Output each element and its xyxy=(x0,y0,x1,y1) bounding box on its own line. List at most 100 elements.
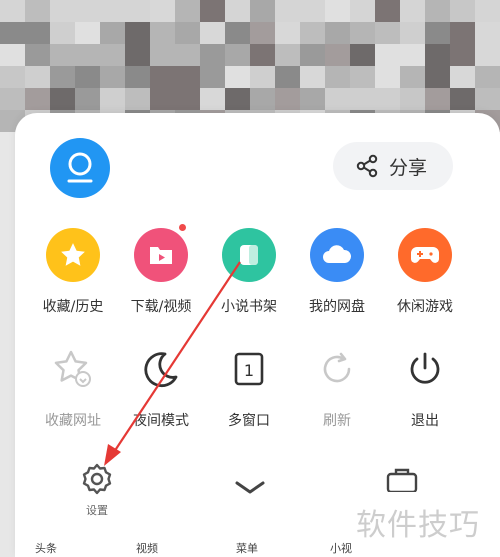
mosaic-block xyxy=(150,66,175,88)
mosaic-block xyxy=(225,0,250,22)
mosaic-block xyxy=(25,66,50,88)
mosaic-block xyxy=(75,66,100,88)
mosaic-block xyxy=(200,0,225,22)
toolbox-button[interactable] xyxy=(382,462,422,494)
favorites-history-circle xyxy=(46,228,100,282)
multi-window-label: 多窗口 xyxy=(228,413,270,429)
gamepad-icon xyxy=(411,247,439,263)
mosaic-block xyxy=(225,88,250,110)
mosaic-block xyxy=(0,66,25,88)
mosaic-block xyxy=(175,66,200,88)
menu-item-multi-window[interactable]: 1 多窗口 xyxy=(204,342,294,430)
menu-item-novel-bookshelf[interactable]: 小说书架 xyxy=(204,228,294,316)
mosaic-block xyxy=(75,88,100,110)
mosaic-block xyxy=(125,66,150,88)
mosaic-block xyxy=(225,44,250,66)
mosaic-block xyxy=(175,0,200,22)
mosaic-block xyxy=(300,44,325,66)
menu-item-night-mode[interactable]: 夜间模式 xyxy=(116,342,206,430)
night-mode-icon-wrap xyxy=(134,342,188,396)
menu-item-favorites-history[interactable]: 收藏/历史 xyxy=(28,228,118,316)
cloud-drive-circle xyxy=(310,228,364,282)
exit-icon-wrap xyxy=(398,342,452,396)
mosaic-block xyxy=(150,88,175,110)
mosaic-block xyxy=(25,88,50,110)
menu-item-exit[interactable]: 退出 xyxy=(380,342,470,430)
mosaic-block xyxy=(375,88,400,110)
mosaic-block xyxy=(50,88,75,110)
mosaic-block xyxy=(0,88,25,110)
cloud-drive-label: 我的网盘 xyxy=(309,299,365,315)
mosaic-block xyxy=(475,44,500,66)
menu-item-cloud-drive[interactable]: 我的网盘 xyxy=(292,228,382,316)
new-badge xyxy=(179,224,186,231)
mosaic-block xyxy=(50,44,75,66)
tab-menu[interactable]: 菜单 xyxy=(236,540,258,556)
mosaic-block xyxy=(475,0,500,22)
mosaic-block xyxy=(475,66,500,88)
mosaic-block xyxy=(450,22,475,44)
collapse-menu-button[interactable] xyxy=(225,472,275,502)
mosaic-block xyxy=(175,44,200,66)
share-icon xyxy=(356,154,378,178)
star-icon xyxy=(61,243,85,266)
mosaic-block xyxy=(400,44,425,66)
bookmark-url-label: 收藏网址 xyxy=(45,413,101,429)
mosaic-block xyxy=(350,88,375,110)
tab-videos[interactable]: 视频 xyxy=(136,540,158,556)
downloads-videos-label: 下载/视频 xyxy=(130,299,192,315)
mosaic-block xyxy=(25,0,50,22)
tab-headlines[interactable]: 头条 xyxy=(35,540,57,556)
mosaic-block xyxy=(275,44,300,66)
mosaic-block xyxy=(375,44,400,66)
mosaic-block xyxy=(375,66,400,88)
share-button[interactable]: 分享 xyxy=(333,142,453,190)
book-icon xyxy=(240,245,258,265)
mosaic-block xyxy=(350,66,375,88)
mosaic-block xyxy=(0,0,25,22)
mosaic-block xyxy=(375,0,400,22)
mosaic-block xyxy=(325,88,350,110)
menu-item-bookmark-url[interactable]: 收藏网址 xyxy=(28,342,118,430)
windows-icon: 1 xyxy=(234,352,264,386)
gear-icon xyxy=(82,463,112,495)
mosaic-block xyxy=(275,66,300,88)
settings-button[interactable]: 设置 xyxy=(70,462,124,518)
mosaic-block xyxy=(300,0,325,22)
mosaic-block xyxy=(25,44,50,66)
mosaic-block xyxy=(200,22,225,44)
mosaic-block xyxy=(275,0,300,22)
refresh-icon-wrap xyxy=(310,342,364,396)
mosaic-block xyxy=(200,88,225,110)
multi-window-icon-wrap: 1 xyxy=(222,342,276,396)
mosaic-block xyxy=(425,44,450,66)
mosaic-block xyxy=(75,44,100,66)
user-avatar-button[interactable] xyxy=(50,138,110,198)
mosaic-block xyxy=(25,22,50,44)
mosaic-block xyxy=(400,88,425,110)
night-mode-label: 夜间模式 xyxy=(133,413,189,429)
mosaic-block xyxy=(325,22,350,44)
mosaic-block xyxy=(125,22,150,44)
refresh-icon xyxy=(323,352,351,383)
pixelated-content xyxy=(0,0,500,132)
mosaic-block xyxy=(425,66,450,88)
exit-label: 退出 xyxy=(411,413,439,429)
mosaic-block xyxy=(350,44,375,66)
mosaic-block xyxy=(250,66,275,88)
novel-bookshelf-circle xyxy=(222,228,276,282)
settings-label: 设置 xyxy=(86,504,108,517)
mosaic-block xyxy=(75,22,100,44)
mosaic-block xyxy=(50,66,75,88)
mosaic-block xyxy=(300,22,325,44)
mosaic-block xyxy=(425,22,450,44)
menu-item-downloads-videos[interactable]: 下载/视频 xyxy=(116,224,206,316)
mosaic-block xyxy=(350,22,375,44)
menu-item-refresh[interactable]: 刷新 xyxy=(292,342,382,430)
menu-item-casual-games[interactable]: 休闲游戏 xyxy=(380,228,470,316)
mosaic-block xyxy=(450,0,475,22)
tab-short-videos[interactable]: 小视 xyxy=(330,540,352,556)
mosaic-block xyxy=(50,22,75,44)
mosaic-block xyxy=(100,88,125,110)
mosaic-block xyxy=(0,22,25,44)
